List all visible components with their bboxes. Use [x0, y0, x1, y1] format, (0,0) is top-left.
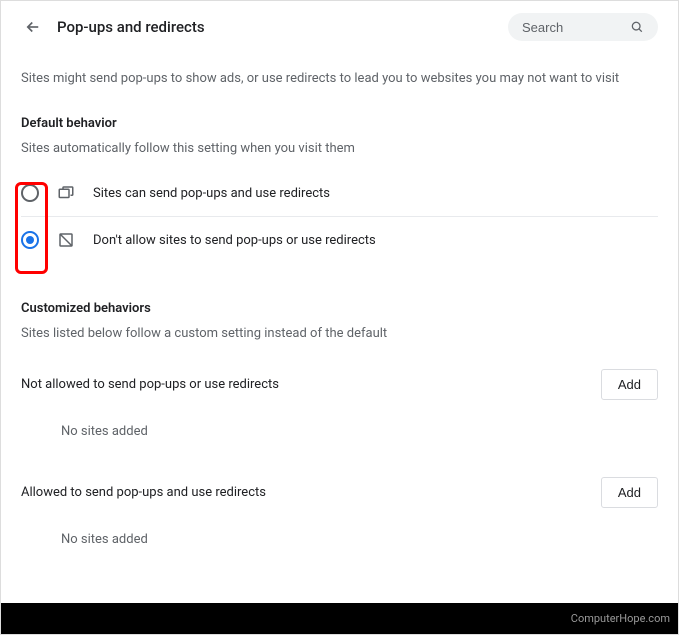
option-block-label: Don't allow sites to send pop-ups or use… [93, 233, 376, 248]
radio-allow[interactable] [21, 184, 39, 202]
option-allow-label: Sites can send pop-ups and use redirects [93, 186, 330, 201]
allow-list-empty: No sites added [61, 532, 658, 547]
page-header: Pop-ups and redirects [21, 1, 658, 53]
page-title: Pop-ups and redirects [57, 18, 496, 36]
add-block-button[interactable]: Add [601, 369, 658, 400]
option-allow-popups[interactable]: Sites can send pop-ups and use redirects [21, 170, 658, 217]
allow-list-header: Allowed to send pop-ups and use redirect… [21, 477, 658, 508]
radio-block[interactable] [21, 231, 39, 249]
customized-subtitle: Sites listed below follow a custom setti… [21, 326, 658, 341]
search-input[interactable] [522, 20, 630, 35]
search-icon [630, 19, 644, 35]
search-box[interactable] [508, 13, 658, 41]
default-behavior-section: Default behavior Sites automatically fol… [21, 116, 658, 263]
add-allow-button[interactable]: Add [601, 477, 658, 508]
allow-list-title: Allowed to send pop-ups and use redirect… [21, 485, 266, 500]
block-list-title: Not allowed to send pop-ups or use redir… [21, 377, 279, 392]
customized-behaviors-section: Customized behaviors Sites listed below … [21, 301, 658, 547]
block-list-empty: No sites added [61, 424, 658, 439]
default-behavior-subtitle: Sites automatically follow this setting … [21, 141, 658, 156]
back-button[interactable] [21, 15, 45, 39]
footer-text: ComputerHope.com [571, 612, 670, 625]
arrow-left-icon [24, 18, 42, 36]
intro-text: Sites might send pop-ups to show ads, or… [21, 71, 658, 86]
option-block-popups[interactable]: Don't allow sites to send pop-ups or use… [21, 217, 658, 263]
footer: ComputerHope.com [1, 603, 678, 634]
block-list-header: Not allowed to send pop-ups or use redir… [21, 369, 658, 400]
popup-block-icon [57, 231, 75, 249]
customized-title: Customized behaviors [21, 301, 658, 316]
default-behavior-title: Default behavior [21, 116, 658, 131]
popup-allow-icon [57, 184, 75, 202]
